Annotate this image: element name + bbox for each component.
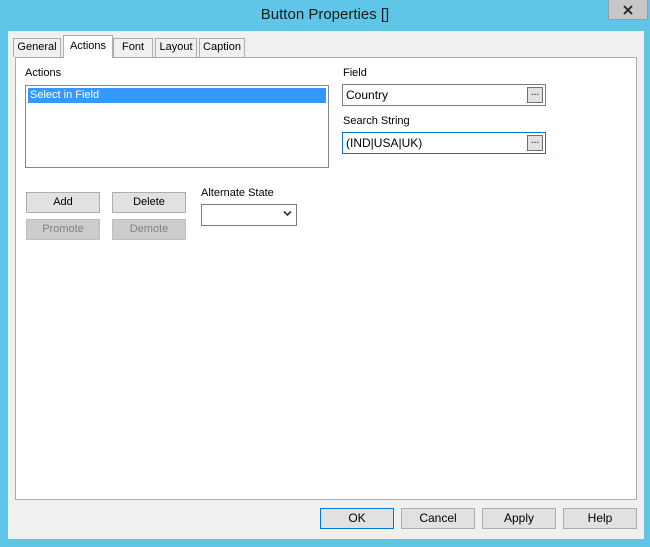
close-icon	[623, 4, 633, 15]
search-string-browse-button[interactable]: ...	[527, 135, 543, 151]
delete-button[interactable]: Delete	[112, 192, 186, 213]
actions-label: Actions	[25, 67, 62, 79]
tab-actions[interactable]: Actions	[63, 35, 113, 58]
add-button[interactable]: Add	[26, 192, 100, 213]
window-title: Button Properties []	[260, 6, 390, 23]
field-label: Field	[343, 67, 367, 79]
promote-button[interactable]: Promote	[26, 219, 100, 240]
demote-button[interactable]: Demote	[112, 219, 186, 240]
search-string-input[interactable]: (IND|USA|UK) ...	[342, 132, 546, 154]
tab-font[interactable]: Font	[113, 38, 153, 57]
dialog-window: Button Properties [] General Actions Fon…	[0, 0, 650, 547]
alternate-state-label: Alternate State	[201, 187, 274, 199]
title-bar[interactable]: Button Properties []	[0, 0, 650, 30]
alternate-state-select[interactable]	[201, 204, 297, 226]
field-browse-button[interactable]: ...	[527, 87, 543, 103]
dialog-client-area: General Actions Font Layout Caption Acti…	[8, 31, 644, 539]
cancel-button[interactable]: Cancel	[401, 508, 475, 529]
field-value: Country	[346, 88, 389, 102]
ok-button[interactable]: OK	[320, 508, 394, 529]
tab-caption[interactable]: Caption	[199, 38, 245, 57]
actions-listbox[interactable]: Select in Field	[25, 85, 329, 168]
search-string-value: (IND|USA|UK)	[346, 136, 423, 150]
apply-button[interactable]: Apply	[482, 508, 556, 529]
chevron-down-icon	[283, 210, 292, 217]
search-string-label: Search String	[343, 115, 410, 127]
tab-general[interactable]: General	[13, 38, 61, 57]
tab-layout[interactable]: Layout	[155, 38, 197, 57]
close-button[interactable]	[608, 0, 648, 20]
help-button[interactable]: Help	[563, 508, 637, 529]
field-input[interactable]: Country ...	[342, 84, 546, 106]
tab-panel-actions: Actions Select in Field Add Delete Promo…	[15, 57, 637, 500]
list-item[interactable]: Select in Field	[28, 88, 326, 103]
